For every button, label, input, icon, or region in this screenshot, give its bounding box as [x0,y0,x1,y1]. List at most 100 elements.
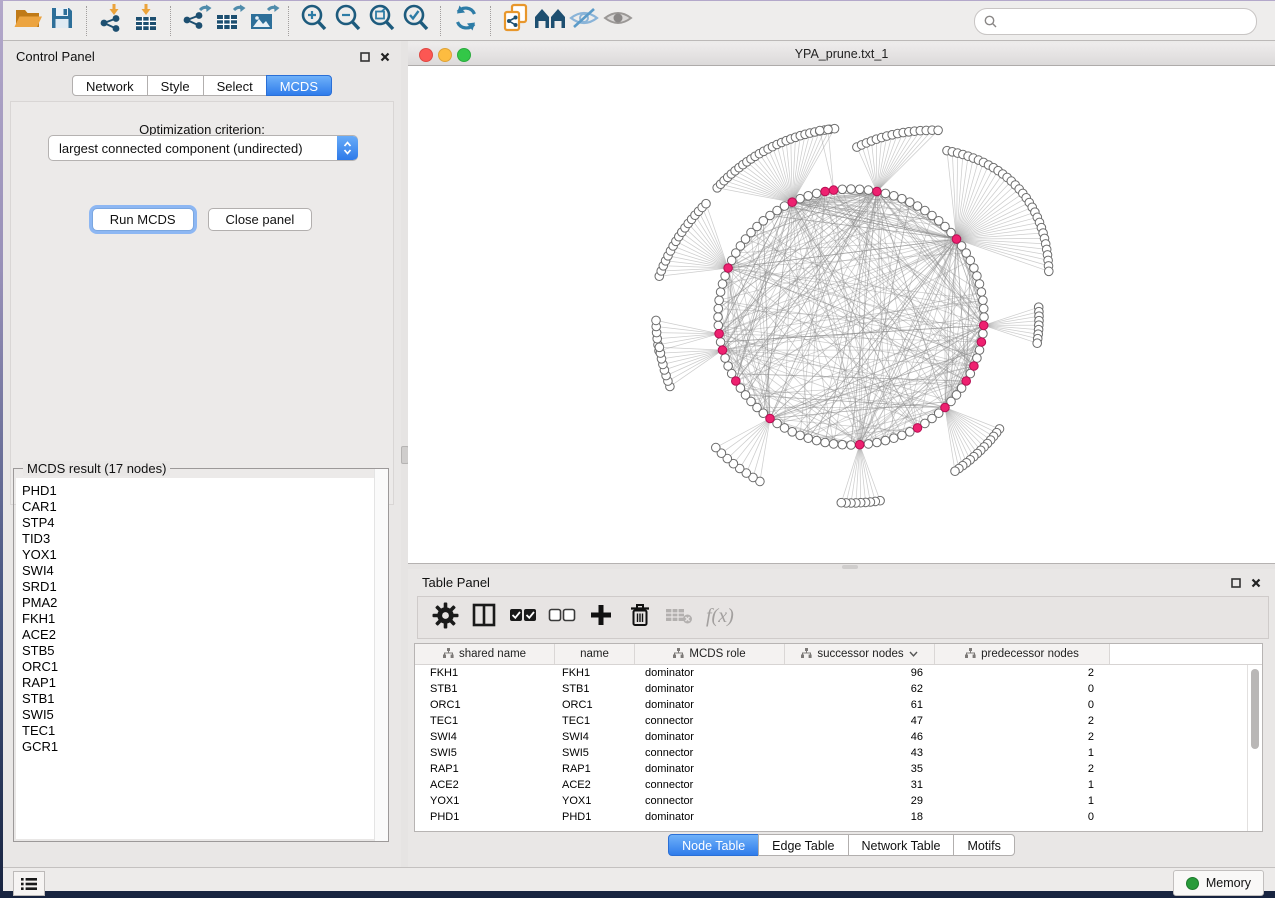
save-session-button[interactable] [45,5,79,37]
graph-node[interactable] [716,338,725,347]
table-row-TEC1[interactable]: TEC1TEC1connector472 [415,713,1262,729]
zoom-out-button[interactable] [331,5,365,37]
search-field[interactable] [974,8,1257,35]
mcds-result-item[interactable]: PMA2 [16,595,386,611]
graph-node[interactable] [824,125,833,134]
column-header-MCDS-role[interactable]: MCDS role [635,644,785,664]
graph-node[interactable] [838,185,847,194]
table-row-YOX1[interactable]: YOX1YOX1connector291 [415,793,1262,809]
column-header-successor-nodes[interactable]: successor nodes [785,644,935,664]
graph-node[interactable] [970,264,979,273]
graph-node[interactable] [934,126,943,135]
graph-node[interactable] [973,354,982,363]
select-all-columns-button[interactable] [508,603,538,633]
mcds-node[interactable] [724,264,733,273]
graph-node[interactable] [804,434,813,443]
graph-node[interactable] [796,194,805,203]
column-header-name[interactable]: name [555,644,635,664]
run-mcds-button[interactable]: Run MCDS [92,208,194,231]
column-header-shared-name[interactable]: shared name [415,644,555,664]
mcds-node[interactable] [913,424,922,433]
graph-node[interactable] [714,304,723,313]
graph-node[interactable] [716,288,725,297]
graph-node[interactable] [1033,339,1042,348]
zoom-in-button[interactable] [297,5,331,37]
mcds-node[interactable] [715,329,724,338]
tab-style[interactable]: Style [147,75,204,96]
graph-node[interactable] [724,362,733,371]
graph-node[interactable] [1045,267,1054,276]
mcds-result-item[interactable]: STP4 [16,515,386,531]
zoom-fit-button[interactable] [365,5,399,37]
mcds-result-item[interactable]: ORC1 [16,659,386,675]
graph-node[interactable] [816,126,825,135]
tab-network-table[interactable]: Network Table [848,834,955,856]
graph-node[interactable] [829,440,838,449]
graph-node[interactable] [890,192,899,201]
tab-select[interactable]: Select [203,75,267,96]
mcds-node[interactable] [821,187,830,196]
mcds-node[interactable] [829,186,838,195]
table-row-RAP1[interactable]: RAP1RAP1dominator352 [415,761,1262,777]
tab-mcds[interactable]: MCDS [266,75,332,96]
graph-node[interactable] [890,434,899,443]
tab-motifs[interactable]: Motifs [953,834,1014,856]
delete-column-button[interactable] [625,603,655,633]
table-row-SWI4[interactable]: SWI4SWI4dominator462 [415,729,1262,745]
graph-node[interactable] [721,272,730,281]
float-table-panel-icon[interactable] [1229,576,1242,589]
table-row-ACE2[interactable]: ACE2ACE2connector311 [415,777,1262,793]
table-row-SWI5[interactable]: SWI5SWI5connector431 [415,745,1262,761]
graph-node[interactable] [821,438,830,447]
graph-node[interactable] [837,498,846,507]
graph-node[interactable] [855,185,864,194]
table-row-ORC1[interactable]: ORC1ORC1dominator610 [415,697,1262,713]
mcds-list-scrollbar[interactable] [374,469,388,841]
graph-node[interactable] [721,354,730,363]
mcds-result-item[interactable]: TID3 [16,531,386,547]
tab-edge-table[interactable]: Edge Table [758,834,848,856]
mcds-result-item[interactable]: SRD1 [16,579,386,595]
graph-node[interactable] [847,441,856,450]
graph-node[interactable] [796,431,805,440]
graph-node[interactable] [702,199,711,208]
close-panel-button[interactable]: Close panel [208,208,313,231]
graph-node[interactable] [652,316,661,325]
table-row-STB1[interactable]: STB1STB1dominator620 [415,681,1262,697]
add-column-button[interactable] [586,603,616,633]
graph-node[interactable] [804,192,813,201]
mcds-result-item[interactable]: SWI5 [16,707,386,723]
graph-node[interactable] [864,186,873,195]
graph-node[interactable] [979,329,988,338]
mcds-node[interactable] [952,235,961,244]
mcds-result-item[interactable]: CAR1 [16,499,386,515]
mcds-result-item[interactable]: RAP1 [16,675,386,691]
close-table-panel-icon[interactable] [1249,576,1262,589]
hide-selected-button[interactable] [567,5,601,37]
mcds-result-item[interactable]: GCR1 [16,739,386,755]
apply-layout-button[interactable] [449,5,483,37]
mcds-node[interactable] [873,187,882,196]
table-row-PHD1[interactable]: PHD1PHD1dominator180 [415,809,1262,825]
export-image-button[interactable] [247,5,281,37]
show-column-panel-button[interactable] [469,603,499,633]
graph-node[interactable] [864,440,873,449]
new-network-from-selection-button[interactable] [499,5,533,37]
graph-node[interactable] [979,296,988,305]
mcds-result-item[interactable]: STB1 [16,691,386,707]
float-panel-icon[interactable] [358,50,371,63]
import-network-button[interactable] [95,5,129,37]
mcds-result-item[interactable]: SWI4 [16,563,386,579]
export-network-button[interactable] [179,5,213,37]
graph-node[interactable] [715,296,724,305]
table-scrollbar-thumb[interactable] [1251,669,1259,749]
zoom-selected-button[interactable] [399,5,433,37]
graph-node[interactable] [979,304,988,313]
table-options-button[interactable] [430,603,460,633]
graph-node[interactable] [714,321,723,330]
graph-node[interactable] [980,313,989,322]
mcds-result-item[interactable]: YOX1 [16,547,386,563]
network-window-titlebar[interactable]: YPA_prune.txt_1 [408,43,1275,66]
mcds-result-item[interactable]: FKH1 [16,611,386,627]
mcds-node[interactable] [979,321,988,330]
